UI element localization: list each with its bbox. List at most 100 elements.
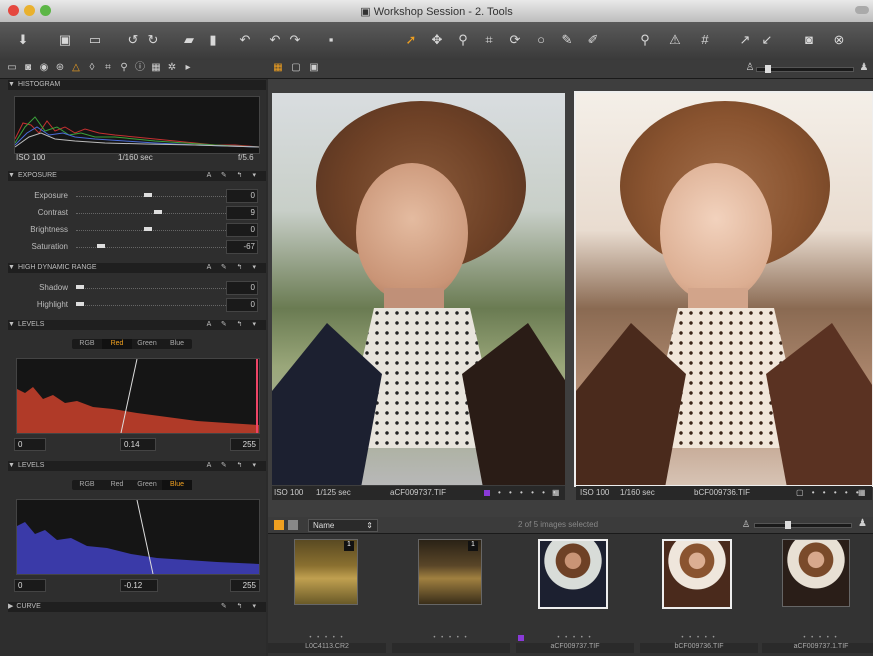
zoom-tool-icon[interactable]: ⚲ <box>454 32 472 48</box>
grid-view-icon[interactable]: ▦ <box>552 486 560 500</box>
channel-tab[interactable]: Red <box>102 480 132 490</box>
thumbnail-rating[interactable]: • • • • • <box>268 635 386 643</box>
spot-icon[interactable]: ○ <box>532 32 550 48</box>
reset-icon[interactable]: ⊗ <box>830 32 848 48</box>
slider-knob[interactable] <box>143 227 152 231</box>
compare-icon[interactable]: ▭ <box>86 32 104 48</box>
camera-icon[interactable]: ◙ <box>800 32 818 48</box>
slider-knob[interactable] <box>76 285 84 289</box>
exposure-header[interactable]: ▼ EXPOSURE A ✎ ↰ ▾ <box>8 171 266 181</box>
crop-icon[interactable]: ⌗ <box>480 32 498 48</box>
slider-track[interactable] <box>76 196 234 198</box>
metadata-tab-icon[interactable]: ⓘ <box>134 62 146 74</box>
list-view-icon[interactable] <box>288 520 298 530</box>
slider-knob[interactable] <box>154 210 162 214</box>
rating-stars[interactable]: ▢ • • • • • <box>796 486 862 500</box>
rating-stars[interactable]: • • • • • • <box>498 486 559 500</box>
levels-red-header[interactable]: ▼ LEVELS A ✎ ↰ ▾ <box>8 320 266 330</box>
slider-value-input[interactable]: 0 <box>226 281 258 295</box>
thumbnail-rating[interactable]: • • • • • <box>516 635 634 643</box>
warning-icon[interactable]: ⚠ <box>666 32 684 48</box>
import-icon[interactable]: ⬇ <box>14 32 32 48</box>
channel-tab[interactable]: Red <box>102 339 132 349</box>
loupe-icon[interactable]: ⚲ <box>636 32 654 48</box>
thumbnail-rating[interactable]: • • • • • <box>762 635 873 643</box>
channel-tab[interactable]: Green <box>132 339 162 349</box>
grid-view-icon[interactable]: ▦ <box>858 486 866 500</box>
library-tab-icon[interactable]: ▭ <box>6 62 18 74</box>
toolbar-toggle-button[interactable] <box>855 6 869 14</box>
zoom-slider-knob[interactable] <box>765 65 771 73</box>
viewer-image-left[interactable] <box>272 93 565 485</box>
thumbnail[interactable]: • • • • • aCF009737.1.TIF <box>762 539 873 653</box>
levels-red-low-input[interactable]: 0 <box>14 438 46 451</box>
exposure-tab-icon[interactable]: △ <box>70 62 82 74</box>
levels-blue-header[interactable]: ▼ LEVELS A ✎ ↰ ▾ <box>8 461 266 471</box>
thumbnail[interactable]: • • • • • aCF009737.TIF <box>516 539 636 653</box>
lens-tab-icon[interactable]: ◊ <box>86 62 98 74</box>
image-viewer[interactable] <box>268 79 873 517</box>
histogram-header[interactable]: ▼ HISTOGRAM <box>8 80 266 90</box>
tool-options-icons[interactable]: ✎ ↰ ▾ <box>221 602 260 612</box>
rotate-right-icon[interactable]: ↻ <box>144 32 162 48</box>
rotate-left-icon[interactable]: ↺ <box>124 32 142 48</box>
thumbnail-image[interactable] <box>538 539 608 609</box>
picker-icon[interactable]: ✎ <box>558 32 576 48</box>
color-tag-icon[interactable] <box>518 635 524 641</box>
hdr-header[interactable]: ▼ HIGH DYNAMIC RANGE A ✎ ↰ ▾ <box>8 263 266 273</box>
thumbnail[interactable]: 1 • • • • • L0C4113.CR2 <box>268 539 388 653</box>
thumbnail[interactable]: 1 • • • • • <box>392 539 512 653</box>
thumbnail-rating[interactable]: • • • • • <box>640 635 758 643</box>
levels-blue-high-input[interactable]: 255 <box>230 579 260 592</box>
undo-icon[interactable]: ↶ <box>236 32 254 48</box>
slider-track[interactable] <box>76 305 234 307</box>
output-tab-icon[interactable]: ▦ <box>150 62 162 74</box>
thumbnail-image[interactable] <box>662 539 732 609</box>
tool-options-icons[interactable]: A ✎ ↰ ▾ <box>207 320 260 330</box>
rotate-tool-icon[interactable]: ⟳ <box>506 32 524 48</box>
slider-knob[interactable] <box>143 193 152 197</box>
levels-red-mid-input[interactable]: 0.14 <box>120 438 156 451</box>
viewer-image-right[interactable] <box>574 91 873 487</box>
settings-tab-icon[interactable]: ✲ <box>166 62 178 74</box>
slider-value-input[interactable]: 0 <box>226 223 258 237</box>
levels-blue-mid-input[interactable]: -0.12 <box>120 579 158 592</box>
sort-select[interactable]: Name ⇕ <box>308 519 378 532</box>
tool-options-icons[interactable]: A ✎ ↰ ▾ <box>207 171 260 181</box>
tool-options-icons[interactable]: A ✎ ↰ ▾ <box>207 263 260 273</box>
tool-options-icons[interactable]: A ✎ ↰ ▾ <box>207 461 260 471</box>
thumbnail-view-icon[interactable] <box>274 520 284 530</box>
multi-view-icon[interactable]: ▦ <box>272 62 284 74</box>
crop-tab-icon[interactable]: ⌗ <box>102 62 114 74</box>
slider-value-input[interactable]: 0 <box>226 298 258 312</box>
slider-value-input[interactable]: -67 <box>226 240 258 254</box>
details-tab-icon[interactable]: ⚲ <box>118 62 130 74</box>
thumb-size-knob[interactable] <box>785 521 791 529</box>
color-balance-tab-icon[interactable]: ⊛ <box>54 62 66 74</box>
pan-icon[interactable]: ✥ <box>428 32 446 48</box>
copy-adjust-icon[interactable]: ↙ <box>758 32 776 48</box>
levels-red-high-input[interactable]: 255 <box>230 438 260 451</box>
redo-icon[interactable]: ↷ <box>286 32 304 48</box>
slider-knob[interactable] <box>97 244 105 248</box>
channel-tab[interactable]: RGB <box>72 339 102 349</box>
slider-track[interactable] <box>76 288 234 290</box>
slider-track[interactable] <box>76 230 234 232</box>
thumbnail[interactable]: • • • • • bCF009736.TIF <box>640 539 760 653</box>
color-tab-icon[interactable]: ◉ <box>38 62 50 74</box>
capture-tab-icon[interactable]: ◙ <box>22 62 34 74</box>
channel-tab[interactable]: Green <box>132 480 162 490</box>
browser-toggle-icon[interactable]: ▣ <box>308 62 320 74</box>
thumbnail-rating[interactable]: • • • • • <box>392 635 510 643</box>
wb-picker-icon[interactable]: ✐ <box>584 32 602 48</box>
browse-icon[interactable]: ▣ <box>56 32 74 48</box>
folder-icon[interactable]: ▰ <box>180 32 198 48</box>
grid-icon[interactable]: # <box>696 32 714 48</box>
zoom-slider[interactable] <box>756 65 854 73</box>
undo-all-icon[interactable]: ↶ <box>266 32 284 48</box>
channel-tab[interactable]: RGB <box>72 480 102 490</box>
channel-tab[interactable]: Blue <box>162 339 192 349</box>
process-icon[interactable]: ▪ <box>322 32 340 48</box>
levels-blue-low-input[interactable]: 0 <box>14 579 46 592</box>
slider-value-input[interactable]: 9 <box>226 206 258 220</box>
